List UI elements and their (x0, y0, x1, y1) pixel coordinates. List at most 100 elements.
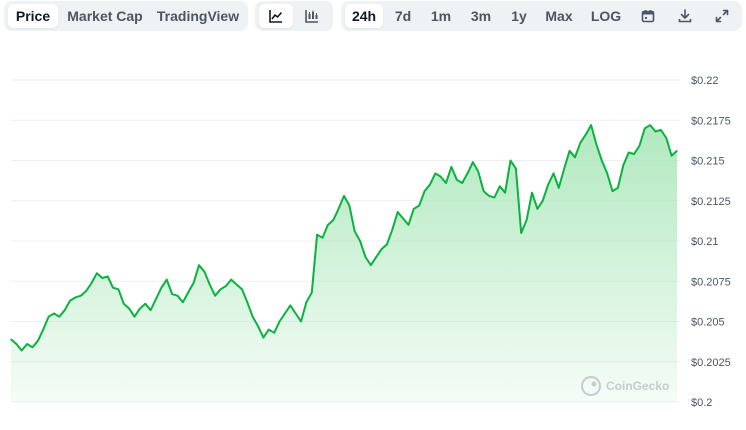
data-point (246, 301, 248, 303)
data-point (155, 298, 157, 300)
data-point (316, 234, 318, 236)
data-point (21, 349, 23, 352)
data-point (10, 338, 12, 340)
data-point (327, 224, 329, 226)
data-point (348, 205, 350, 207)
data-point (418, 205, 420, 207)
data-point (219, 288, 222, 290)
data-point (295, 312, 297, 315)
data-point (660, 129, 662, 131)
data-point (128, 308, 130, 310)
y-tick-label: $0.22 (691, 75, 719, 87)
data-point (96, 272, 98, 274)
data-point (187, 291, 189, 294)
data-point (80, 295, 82, 297)
candlestick-chart-icon (305, 10, 318, 23)
data-point (42, 329, 44, 331)
data-point (305, 301, 307, 303)
range-24h[interactable]: 24h (345, 4, 383, 28)
data-point (198, 264, 200, 266)
data-point (15, 343, 17, 345)
y-tick-label: $0.2025 (691, 357, 731, 369)
tab-market-cap[interactable]: Market Cap (62, 4, 148, 28)
data-point (69, 300, 71, 302)
log-toggle[interactable]: LOG (587, 4, 625, 28)
y-axis: $0.2 $0.2025 $0.205 $0.2075 $0.21 $0.2125 $0.2… (691, 75, 731, 409)
data-point (262, 337, 264, 339)
data-point (53, 312, 55, 315)
calendar-button[interactable] (631, 4, 665, 28)
data-point (160, 287, 162, 289)
data-point (268, 329, 270, 331)
data-point (466, 172, 469, 174)
data-point (171, 293, 173, 295)
data-point (182, 301, 184, 303)
data-point (611, 190, 614, 192)
y-tick-label: $0.2125 (691, 196, 731, 208)
data-point (85, 290, 87, 292)
data-point (144, 303, 146, 305)
data-point (585, 134, 587, 136)
data-point (386, 243, 388, 245)
data-point (123, 303, 125, 305)
data-point (343, 195, 345, 197)
line-chart-button[interactable] (259, 4, 293, 28)
data-point (359, 240, 361, 242)
data-point (278, 320, 281, 323)
expand-button[interactable] (705, 4, 739, 28)
data-point (236, 283, 238, 286)
tab-tradingview[interactable]: TradingView (152, 4, 244, 28)
data-point (284, 312, 286, 315)
data-point (354, 230, 356, 232)
data-point (633, 153, 635, 155)
line-chart-icon (269, 10, 283, 23)
data-point (397, 211, 399, 213)
data-point (225, 285, 227, 287)
chart-toolbar: Price Market Cap TradingView 24h 7d 1m 3… (0, 0, 746, 34)
data-point (579, 142, 581, 144)
data-point (644, 127, 646, 129)
data-point (413, 208, 415, 210)
data-point (289, 304, 291, 306)
data-point (440, 176, 442, 178)
data-point (214, 295, 216, 297)
range-3m[interactable]: 3m (465, 4, 497, 28)
range-7d[interactable]: 7d (388, 4, 418, 28)
data-point (558, 187, 560, 189)
range-1y[interactable]: 1y (505, 4, 533, 28)
data-point (569, 150, 571, 152)
data-point (252, 316, 254, 318)
data-point (391, 229, 393, 231)
y-tick-label: $0.2 (691, 397, 712, 409)
data-point (676, 150, 678, 152)
data-point (434, 172, 436, 174)
data-point (654, 130, 657, 133)
range-1m[interactable]: 1m (426, 4, 456, 28)
data-point (563, 168, 565, 170)
data-point (300, 320, 302, 323)
data-point (74, 296, 77, 298)
range-max[interactable]: Max (539, 4, 579, 28)
data-point (622, 164, 624, 166)
data-point (338, 208, 340, 210)
data-point (370, 264, 372, 266)
data-point (58, 316, 60, 318)
data-point (574, 156, 576, 158)
data-point (595, 143, 598, 145)
data-point (112, 287, 114, 289)
data-point (461, 182, 463, 184)
data-point (321, 237, 324, 239)
candlestick-chart-button[interactable] (295, 4, 329, 28)
data-point (193, 282, 195, 284)
tab-price[interactable]: Price (8, 4, 58, 28)
data-point (515, 168, 517, 170)
data-point (48, 316, 50, 318)
data-point (64, 309, 66, 311)
price-chart[interactable]: $0.2 $0.2025 $0.205 $0.2075 $0.21 $0.2125 $0.2… (0, 34, 746, 430)
data-point (381, 248, 383, 250)
data-point (552, 172, 555, 174)
data-point (139, 308, 141, 310)
data-point (483, 190, 485, 192)
download-button[interactable] (668, 4, 702, 28)
data-point (456, 179, 458, 181)
